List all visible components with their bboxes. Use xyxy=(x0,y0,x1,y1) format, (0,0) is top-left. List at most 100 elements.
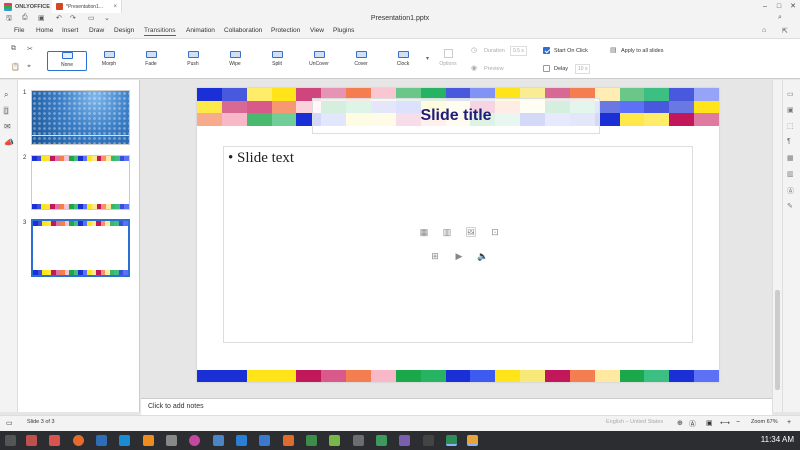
feedback-icon[interactable]: 📣 xyxy=(4,138,14,147)
effect-clock[interactable]: Clock xyxy=(383,51,423,71)
taskbar-app-icon[interactable] xyxy=(353,435,364,446)
fit-slide-icon[interactable]: ▣ xyxy=(706,419,713,427)
find-icon[interactable]: ⌕ xyxy=(4,90,8,100)
cut-icon[interactable]: ✂ xyxy=(27,45,33,53)
taskbar-app-icon[interactable] xyxy=(306,435,317,446)
vlc-icon[interactable] xyxy=(143,435,154,446)
effect-push[interactable]: Push xyxy=(173,51,213,71)
slides-panel-icon[interactable]: ▯ xyxy=(3,106,10,115)
paste-icon[interactable]: 📋 xyxy=(11,63,20,71)
insert-chart-icon[interactable]: ▥ xyxy=(440,225,454,239)
spellcheck-icon[interactable]: Ⓐ xyxy=(689,419,696,429)
comments-icon[interactable]: ✉ xyxy=(4,122,11,131)
effect-split[interactable]: Split xyxy=(257,51,297,71)
taskbar-app-icon[interactable] xyxy=(446,435,457,446)
tab-file[interactable]: File xyxy=(14,27,24,34)
taskbar-app-icon[interactable] xyxy=(49,435,60,446)
shape-settings-icon[interactable]: ⬚ xyxy=(787,122,794,130)
scrollbar-thumb[interactable] xyxy=(775,290,780,390)
taskbar-app-icon[interactable] xyxy=(166,435,177,446)
notes-panel[interactable]: Click to add notes xyxy=(141,398,772,415)
firefox-icon[interactable] xyxy=(73,435,84,446)
fit-width-icon[interactable]: ⟷ xyxy=(720,419,730,427)
signature-settings-icon[interactable]: ✎ xyxy=(787,202,793,210)
taskbar-app-icon[interactable] xyxy=(259,435,270,446)
strip-cell xyxy=(82,156,88,161)
terminal-icon[interactable] xyxy=(423,435,434,446)
slide-thumbnail-2[interactable] xyxy=(31,155,130,210)
taskbar-app-icon[interactable] xyxy=(96,435,107,446)
zoom-in-icon[interactable]: + xyxy=(787,419,791,426)
more-effects-chevron-icon[interactable]: ▾ xyxy=(426,55,429,62)
taskbar-app-icon[interactable] xyxy=(26,435,37,446)
system-clock: 11:34 AM xyxy=(760,435,794,444)
paragraph-settings-icon[interactable]: ¶ xyxy=(787,138,791,145)
tab-animation[interactable]: Animation xyxy=(186,27,215,34)
slideshow-icon[interactable]: ▭ xyxy=(6,419,13,427)
tab-plugins[interactable]: Plugins xyxy=(333,27,354,34)
insert-smartart-icon[interactable]: ⊞ xyxy=(428,249,442,263)
apply-to-all-slides-button[interactable]: Apply to all slides xyxy=(621,48,664,54)
effect-none[interactable]: None xyxy=(47,51,87,71)
search-icon[interactable]: ⌕ xyxy=(778,14,782,22)
taskbar-app-icon[interactable] xyxy=(213,435,224,446)
slide-content-placeholder[interactable]: • Slide text ▦ ▥ 🖼 ⊡ ⊞ ▶ 🔈 xyxy=(223,146,693,343)
insert-video-icon[interactable]: ▶ xyxy=(452,249,466,263)
tab-design[interactable]: Design xyxy=(114,27,134,34)
zoom-out-icon[interactable]: − xyxy=(736,419,740,426)
taskbar-app-icon[interactable] xyxy=(283,435,294,446)
language-globe-icon[interactable]: ⊕ xyxy=(677,419,683,427)
copy-style-icon[interactable]: ⌖ xyxy=(27,63,31,71)
onlyoffice-taskbar-icon[interactable] xyxy=(467,435,478,446)
textart-settings-icon[interactable]: Ⓐ xyxy=(787,186,794,196)
tab-protection[interactable]: Protection xyxy=(271,27,300,34)
copy-icon[interactable]: ⧉ xyxy=(11,45,16,53)
tab-insert[interactable]: Insert xyxy=(62,27,78,34)
share-icon[interactable]: ⇱ xyxy=(782,27,788,35)
insert-image-from-url-icon[interactable]: ⊡ xyxy=(488,225,502,239)
start-on-click-checkbox[interactable] xyxy=(543,47,550,54)
effect-uncover[interactable]: UnCover xyxy=(299,51,339,71)
tab-home[interactable]: Home xyxy=(36,27,53,34)
slide-settings-icon[interactable]: ▭ xyxy=(787,90,794,98)
table-settings-icon[interactable]: ▦ xyxy=(787,154,794,162)
insert-image-icon[interactable]: 🖼 xyxy=(464,225,478,239)
zoom-level[interactable]: Zoom 67% xyxy=(751,419,778,425)
taskbar-app-icon[interactable] xyxy=(236,435,247,446)
slide-title-placeholder[interactable]: Slide title xyxy=(312,98,600,134)
document-tab[interactable]: *Presentation1... × xyxy=(52,0,122,13)
slide-thumbnail-3[interactable] xyxy=(31,219,130,277)
start-menu-icon[interactable] xyxy=(5,435,16,446)
effect-wipe[interactable]: Wipe xyxy=(215,51,255,71)
image-settings-icon[interactable]: ▣ xyxy=(787,106,794,114)
strip-cell xyxy=(271,370,297,382)
insert-table-icon[interactable]: ▦ xyxy=(417,225,431,239)
slide-thumbnail-1[interactable] xyxy=(31,90,130,145)
document-language[interactable]: English – United States xyxy=(606,419,663,425)
tab-draw[interactable]: Draw xyxy=(89,27,104,34)
strip-cell xyxy=(221,100,247,114)
steam-icon[interactable] xyxy=(119,435,130,446)
taskbar-app-icon[interactable] xyxy=(376,435,387,446)
minimize-icon[interactable]: – xyxy=(758,0,772,13)
chart-settings-icon[interactable]: ▥ xyxy=(787,170,794,178)
insert-audio-icon[interactable]: 🔈 xyxy=(476,249,490,263)
maximize-icon[interactable]: □ xyxy=(772,0,786,13)
slide-canvas[interactable]: Slide title • Slide text ▦ ▥ 🖼 ⊡ ⊞ ▶ 🔈 xyxy=(197,88,719,382)
tab-view[interactable]: View xyxy=(310,27,324,34)
effect-cover[interactable]: Cover xyxy=(341,51,381,71)
delay-checkbox[interactable] xyxy=(543,65,550,72)
effect-fade[interactable]: Fade xyxy=(131,51,171,71)
apply-all-icon[interactable]: ▤ xyxy=(610,46,617,54)
taskbar-app-icon[interactable] xyxy=(329,435,340,446)
effect-morph[interactable]: Morph xyxy=(89,51,129,71)
open-file-location-icon[interactable]: ⌂ xyxy=(762,27,766,34)
tab-transitions[interactable]: Transitions xyxy=(144,27,176,36)
vertical-scrollbar[interactable] xyxy=(772,80,782,412)
tab-collaboration[interactable]: Collaboration xyxy=(224,27,262,34)
close-window-icon[interactable]: ✕ xyxy=(786,0,800,13)
taskbar-app-icon[interactable] xyxy=(189,435,200,446)
taskbar-app-icon[interactable] xyxy=(399,435,410,446)
close-tab-icon[interactable]: × xyxy=(113,4,117,10)
document-name: Presentation1.pptx xyxy=(370,15,430,22)
